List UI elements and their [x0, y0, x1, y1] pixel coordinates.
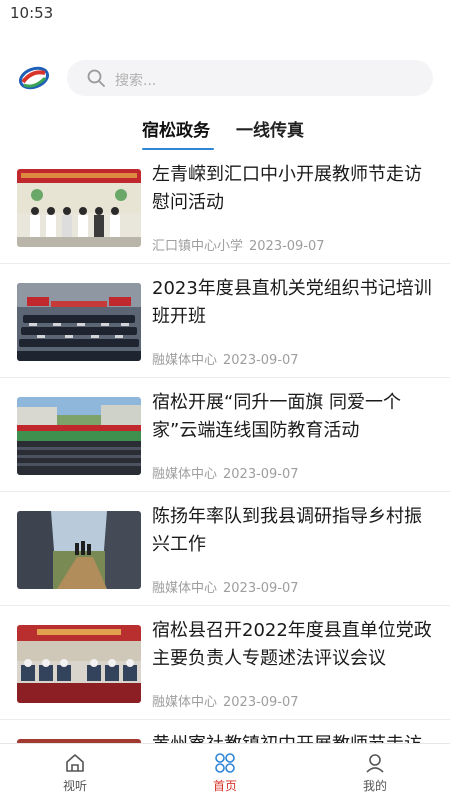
news-item[interactable]: 2023年度县直机关党组织书记培训班开班 融媒体中心 2023-09-07	[0, 264, 450, 378]
nav-item-audiovisual[interactable]: 视听	[35, 752, 115, 794]
nav-label: 首页	[212, 779, 237, 793]
news-date: 2023-09-07	[223, 581, 299, 596]
news-item[interactable]: 陈扬年率队到我县调研指导乡村振兴工作 融媒体中心 2023-09-07	[0, 492, 450, 606]
news-title: 2023年度县直机关党组织书记培训班开班	[152, 278, 432, 327]
news-title: 宿松开展“同升一面旗 同爱一个家”云端连线国防教育活动	[152, 392, 402, 441]
news-list[interactable]: 左青嵘到汇口中小开展教师节走访慰问活动 汇口镇中心小学 2023-09-07 2…	[0, 150, 450, 743]
news-thumbnail	[17, 625, 141, 703]
news-date: 2023-09-07	[249, 239, 325, 254]
news-meta: 汇口镇中心小学 2023-09-07	[152, 235, 325, 254]
nav-item-home[interactable]: 首页	[185, 752, 265, 794]
app-logo-icon	[18, 62, 50, 94]
news-thumbnail	[17, 397, 141, 475]
news-thumbnail	[17, 283, 141, 361]
search-icon	[87, 69, 105, 87]
grid-icon	[214, 752, 236, 774]
news-source: 汇口镇中心小学	[152, 239, 244, 254]
news-date: 2023-09-07	[223, 353, 299, 368]
news-meta: 融媒体中心 2023-09-07	[152, 691, 299, 710]
news-title: 陈扬年率队到我县调研指导乡村振兴工作	[152, 506, 422, 555]
nav-label: 我的	[362, 779, 387, 793]
news-source: 融媒体中心	[152, 467, 218, 482]
news-item[interactable]: 宿松县召开2022年度县直单位党政主要负责人专题述法评议会议 融媒体中心 2023…	[0, 606, 450, 720]
news-source: 融媒体中心	[152, 581, 218, 596]
category-tabs: 宿松政务 一线传真	[0, 112, 450, 154]
status-time: 10:53	[10, 4, 54, 22]
status-bar: 10:53	[0, 0, 450, 28]
news-meta: 融媒体中心 2023-09-07	[152, 577, 299, 596]
news-date: 2023-09-07	[223, 695, 299, 710]
user-icon	[364, 752, 386, 774]
search-input[interactable]: 搜索...	[67, 60, 433, 96]
tab-frontline-fax[interactable]: 一线传真	[236, 116, 304, 141]
news-title: 黄州寮社教镇初中开展教师节走访	[152, 731, 437, 743]
news-thumbnail	[17, 511, 141, 589]
nav-label: 视听	[62, 779, 87, 793]
bottom-nav: 视听 首页 我的	[0, 743, 450, 800]
news-title: 左青嵘到汇口中小开展教师节走访慰问活动	[152, 164, 422, 213]
news-source: 融媒体中心	[152, 353, 218, 368]
news-date: 2023-09-07	[223, 467, 299, 482]
search-placeholder: 搜索...	[115, 73, 157, 89]
news-thumbnail	[17, 169, 141, 247]
news-source: 融媒体中心	[152, 695, 218, 710]
news-item[interactable]: 左青嵘到汇口中小开展教师节走访慰问活动 汇口镇中心小学 2023-09-07	[0, 150, 450, 264]
nav-item-profile[interactable]: 我的	[335, 752, 415, 794]
news-item[interactable]: 黄州寮社教镇初中开展教师节走访	[0, 720, 450, 743]
news-meta: 融媒体中心 2023-09-07	[152, 463, 299, 482]
home-icon	[64, 752, 86, 774]
news-meta: 融媒体中心 2023-09-07	[152, 349, 299, 368]
header: 搜索...	[0, 56, 450, 100]
news-item[interactable]: 宿松开展“同升一面旗 同爱一个家”云端连线国防教育活动 融媒体中心 2023-09…	[0, 378, 450, 492]
news-title: 宿松县召开2022年度县直单位党政主要负责人专题述法评议会议	[152, 620, 432, 669]
tab-suson-government[interactable]: 宿松政务	[142, 116, 210, 141]
